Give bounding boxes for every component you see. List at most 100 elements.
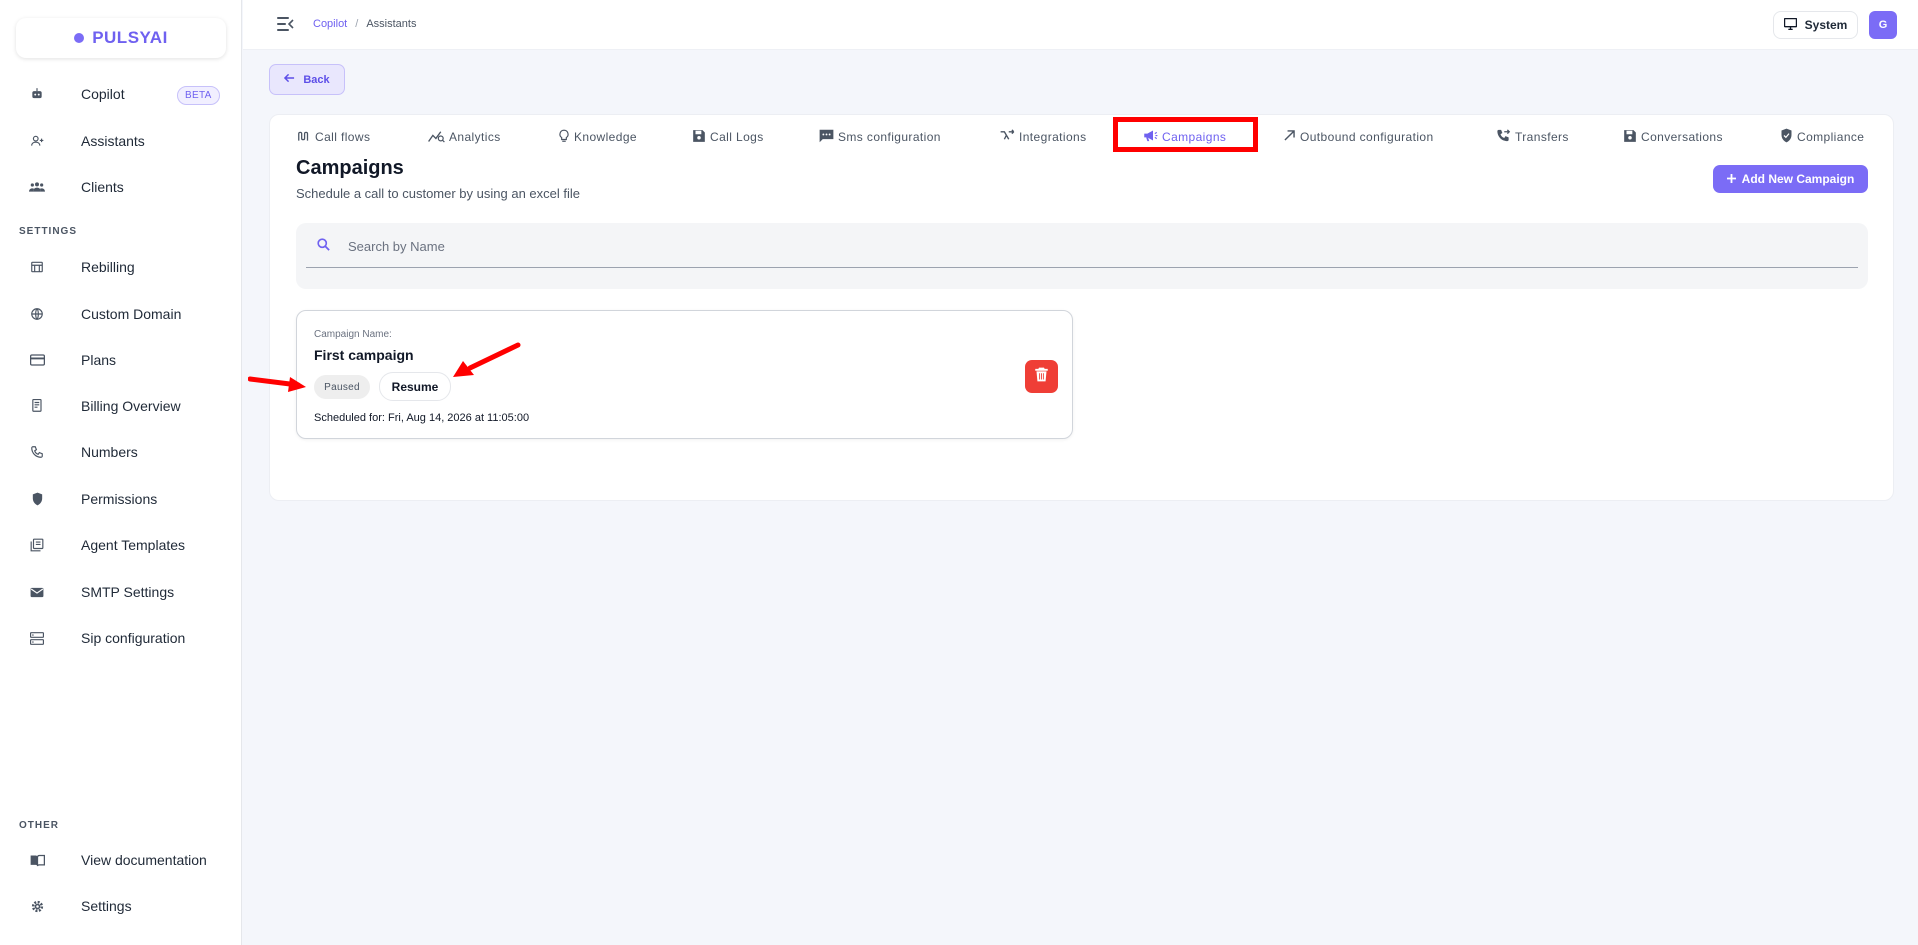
sidebar-item-copilot[interactable]: Copilot BETA: [0, 74, 242, 114]
back-button[interactable]: Back: [269, 64, 345, 95]
theme-label: System: [1804, 18, 1848, 32]
sms-icon: [819, 129, 834, 146]
tab-call-logs[interactable]: Call Logs: [692, 126, 764, 148]
credit-card-icon: [28, 351, 46, 369]
page-title: Campaigns: [296, 157, 404, 179]
plus-icon: [1726, 172, 1736, 186]
tab-transfers[interactable]: Transfers: [1495, 126, 1569, 148]
shield-icon: [28, 490, 46, 508]
sidebar-item-plans[interactable]: Plans: [0, 340, 242, 380]
save-icon: [1623, 129, 1637, 146]
sidebar-item-agent-templates[interactable]: Agent Templates: [0, 525, 242, 565]
campaign-schedule: Scheduled for: Fri, Aug 14, 2026 at 11:0…: [314, 412, 530, 424]
assistant-panel: Call flows Analytics Knowledge Call Logs…: [269, 114, 1894, 501]
sidebar-item-view-documentation[interactable]: View documentation: [0, 840, 242, 880]
tab-sms-configuration[interactable]: Sms configuration: [819, 126, 941, 148]
sidebar-item-label: Assistants: [81, 133, 145, 149]
tab-compliance[interactable]: Compliance: [1780, 126, 1864, 148]
tab-label: Call Logs: [710, 130, 764, 144]
search-field: [306, 223, 1858, 268]
menu-collapse-icon[interactable]: [277, 17, 294, 31]
tab-label: Integrations: [1019, 130, 1087, 144]
sidebar-item-label: Permissions: [81, 491, 158, 507]
sidebar-item-label: Agent Templates: [81, 537, 186, 553]
sidebar-item-smtp-settings[interactable]: SMTP Settings: [0, 572, 242, 612]
search-icon: [316, 237, 332, 253]
tab-analytics[interactable]: Analytics: [428, 126, 501, 148]
top-bar: Copilot / Assistants System G: [243, 0, 1918, 50]
campaigns-tab-annotation-box: [1113, 117, 1258, 152]
tab-label: Knowledge: [574, 130, 637, 144]
book-icon: [28, 851, 46, 869]
sidebar-item-label: Rebilling: [81, 259, 135, 275]
campaign-name-label: Campaign Name:: [314, 329, 392, 340]
arrow-left-icon: [284, 73, 295, 86]
breadcrumb: Copilot / Assistants: [313, 18, 416, 30]
tab-label: Transfers: [1515, 130, 1569, 144]
lightbulb-icon: [558, 129, 570, 146]
tab-call-flows[interactable]: Call flows: [297, 126, 370, 148]
sidebar-item-numbers[interactable]: Numbers: [0, 432, 242, 472]
merge-icon: [1000, 129, 1015, 145]
sidebar-item-rebilling[interactable]: Rebilling: [0, 247, 242, 287]
page-subtitle: Schedule a call to customer by using an …: [296, 186, 580, 201]
sidebar-item-sip-configuration[interactable]: Sip configuration: [0, 618, 242, 658]
globe-icon: [28, 305, 46, 323]
beta-badge: BETA: [177, 86, 220, 105]
tab-integrations[interactable]: Integrations: [1000, 126, 1087, 148]
sidebar-item-label: Sip configuration: [81, 630, 186, 646]
group-icon: [28, 178, 46, 196]
breadcrumb-copilot[interactable]: Copilot: [313, 18, 347, 30]
resume-button[interactable]: Resume: [379, 372, 451, 401]
sidebar-item-permissions[interactable]: Permissions: [0, 479, 242, 519]
add-new-campaign-button[interactable]: Add New Campaign: [1713, 165, 1868, 193]
robot-icon: [28, 85, 46, 103]
arrow-outward-icon: [1283, 129, 1296, 145]
search-container: [296, 223, 1868, 289]
status-badge: Paused: [314, 375, 370, 399]
tab-label: Outbound configuration: [1300, 130, 1434, 144]
campaign-name: First campaign: [314, 347, 414, 363]
mail-icon: [28, 583, 46, 601]
sidebar-item-settings[interactable]: Settings: [0, 886, 242, 926]
flow-icon: [297, 129, 311, 146]
add-button-label: Add New Campaign: [1741, 172, 1855, 186]
brand-logo[interactable]: PULSYAI: [16, 18, 226, 58]
receipt-icon: [28, 397, 46, 415]
sidebar-item-clients[interactable]: Clients: [0, 167, 242, 207]
sidebar-item-label: Numbers: [81, 444, 138, 460]
sidebar-item-billing-overview[interactable]: Billing Overview: [0, 386, 242, 426]
sidebar-item-label: Plans: [81, 352, 117, 368]
tab-knowledge[interactable]: Knowledge: [558, 126, 637, 148]
person-add-icon: [28, 132, 46, 150]
delete-campaign-button[interactable]: [1025, 360, 1058, 393]
sidebar-item-custom-domain[interactable]: Custom Domain: [0, 294, 242, 334]
verified-shield-icon: [1780, 128, 1793, 146]
theme-system-button[interactable]: System: [1773, 11, 1858, 39]
sidebar-item-label: Settings: [81, 898, 132, 914]
tab-label: Call flows: [315, 130, 371, 144]
store-icon: [28, 258, 46, 276]
monitor-icon: [1783, 17, 1797, 33]
breadcrumb-assistants: Assistants: [366, 18, 417, 30]
library-icon: [28, 536, 46, 554]
sidebar-item-assistants[interactable]: Assistants: [0, 121, 242, 161]
phone-forward-icon: [1495, 128, 1511, 146]
back-label: Back: [303, 73, 330, 86]
breadcrumb-separator: /: [355, 18, 359, 30]
search-input[interactable]: [348, 234, 1838, 258]
save-icon: [692, 129, 706, 146]
avatar[interactable]: G: [1869, 11, 1897, 39]
campaign-card: Campaign Name: First campaign Paused Res…: [296, 310, 1073, 439]
tab-label: Compliance: [1797, 130, 1865, 144]
sidebar-item-label: SMTP Settings: [81, 584, 175, 600]
tab-label: Conversations: [1641, 130, 1723, 144]
sidebar-item-label: Copilot: [81, 86, 125, 102]
tab-conversations[interactable]: Conversations: [1623, 126, 1723, 148]
tab-label: Sms configuration: [838, 130, 941, 144]
server-icon: [28, 629, 46, 647]
tab-outbound-configuration[interactable]: Outbound configuration: [1283, 126, 1434, 148]
analytics-icon: [428, 129, 445, 146]
sidebar: PULSYAI Copilot BETA Assistants Clients …: [0, 0, 242, 945]
gear-icon: [28, 897, 46, 915]
